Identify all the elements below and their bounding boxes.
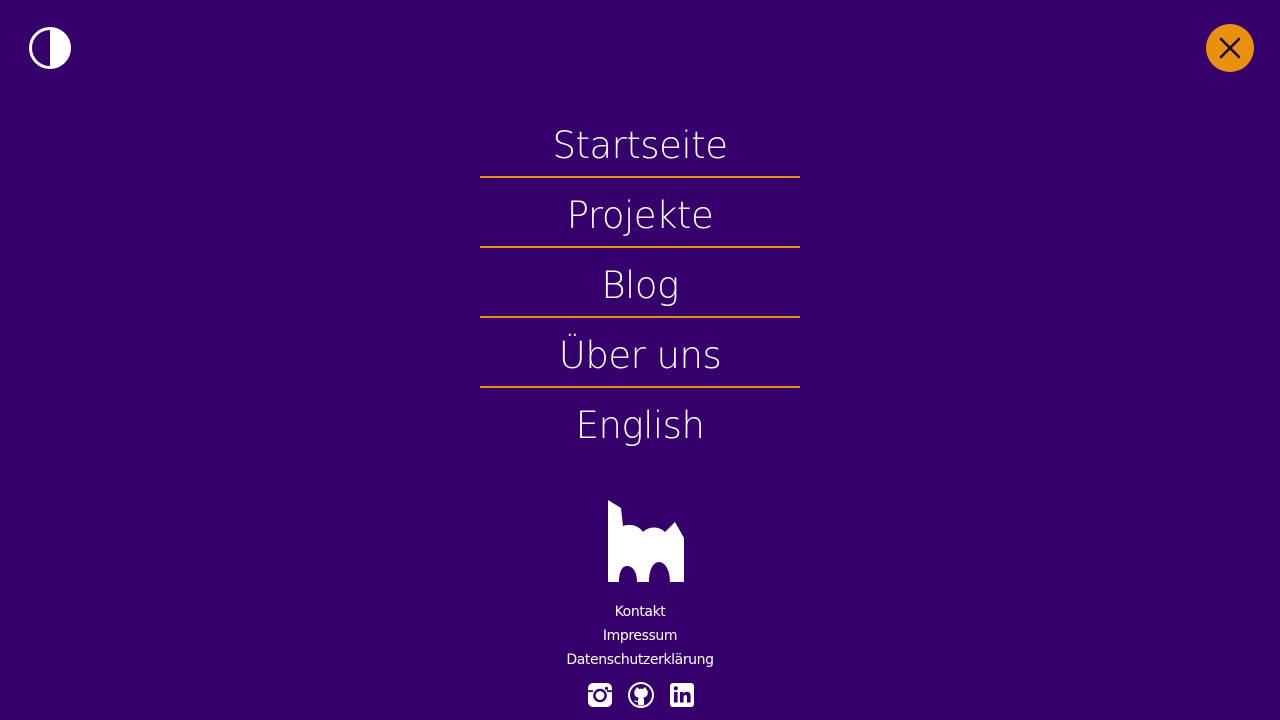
linkedin-icon [670,683,694,707]
close-menu-button[interactable] [1206,24,1254,72]
nav-item-blog[interactable]: Blog [480,248,800,318]
github-link[interactable] [627,681,655,709]
nav-item-label: Blog [601,263,679,307]
contrast-toggle-button[interactable] [28,26,72,70]
nav-item-english[interactable]: English [480,388,800,456]
instagram-link[interactable] [586,681,614,709]
nav-item-label: Startseite [552,123,728,167]
footer-link-datenschutz[interactable]: Datenschutzerklärung [540,648,740,672]
nav-item-label: Über uns [558,333,722,377]
half-circle-contrast-icon [29,27,71,69]
nav-item-startseite[interactable]: Startseite [480,108,800,178]
nav-item-ueber-uns[interactable]: Über uns [480,318,800,388]
close-icon [1219,37,1241,59]
nav-item-label: Projekte [566,193,714,237]
social-links [586,681,696,709]
main-navigation: Startseite Projekte Blog Über uns Englis… [480,108,800,456]
nav-item-projekte[interactable]: Projekte [480,178,800,248]
instagram-icon [588,683,612,707]
nav-item-label: English [575,403,705,447]
github-icon [628,682,654,708]
footer-link-impressum[interactable]: Impressum [540,624,740,648]
menu-overlay: Startseite Projekte Blog Über uns Englis… [0,0,1280,720]
footer-links: Kontakt Impressum Datenschutzerklärung [540,600,740,672]
footer-link-kontakt[interactable]: Kontakt [540,600,740,624]
linkedin-link[interactable] [668,681,696,709]
brand-logo-icon[interactable] [607,500,685,582]
